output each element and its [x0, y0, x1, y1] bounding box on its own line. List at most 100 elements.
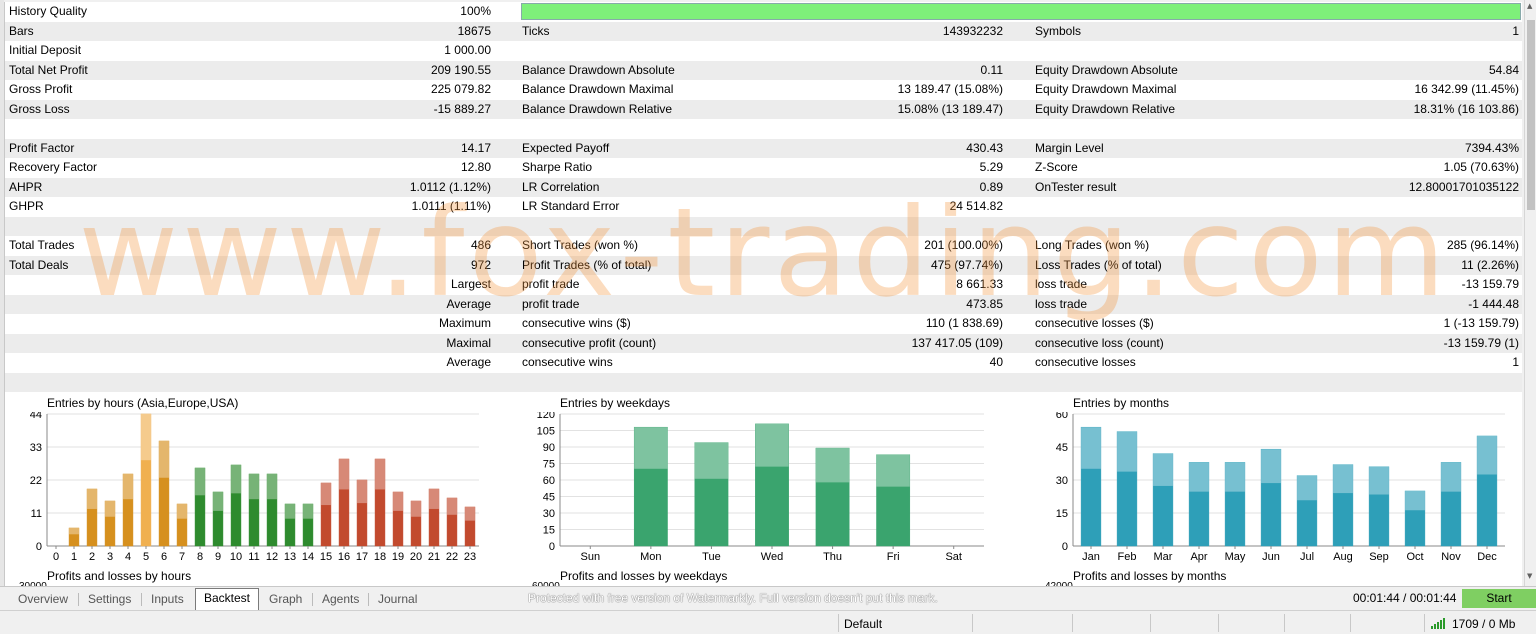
stat-value	[805, 119, 1003, 139]
x-tick-label: Jun	[1262, 551, 1280, 563]
stat-label: Sharpe Ratio	[522, 160, 593, 174]
stats-row: AHPR 1.0112 (1.12%) LR Correlation 0.89 OnTe…	[5, 177, 1522, 197]
stat-label: consecutive profit (count)	[522, 335, 657, 350]
bar-highlight	[339, 459, 349, 490]
history-quality-value: 100%	[460, 4, 491, 18]
stat-label	[9, 373, 169, 393]
status-separator	[1150, 614, 1151, 632]
y-tick-label: 44	[30, 412, 42, 421]
tab-agents[interactable]: Agents	[314, 590, 367, 610]
tab-inputs[interactable]: Inputs	[143, 590, 192, 610]
vertical-scrollbar[interactable]: ▲ ▼	[1524, 0, 1536, 586]
stat-value: 1 000.00	[444, 43, 491, 57]
stat-label	[9, 119, 169, 139]
bar-highlight	[447, 498, 457, 515]
y-tick-label: 15	[543, 525, 555, 537]
x-tick-label: 9	[215, 551, 221, 563]
x-tick-label: 23	[464, 551, 476, 563]
stat-value: 12.80	[460, 160, 491, 174]
y-tick-label: 45	[543, 492, 555, 504]
stat-value: -13 159.79	[1461, 277, 1519, 291]
stat-value: Average	[446, 355, 491, 369]
stat-label: AHPR	[9, 179, 43, 194]
bar-highlight	[393, 492, 403, 511]
stat-value: Largest	[450, 277, 491, 291]
stat-value	[165, 373, 491, 393]
scroll-up-icon[interactable]: ▲	[1527, 2, 1532, 10]
stat-label: Balance Drawdown Maximal	[522, 82, 674, 96]
stat-label: Profit Trades (% of total)	[522, 257, 652, 272]
bar-highlight	[1405, 491, 1425, 511]
stat-value	[805, 41, 1003, 61]
status-profile: Default	[844, 617, 883, 631]
bar-highlight	[1477, 436, 1497, 475]
x-tick-label: 16	[338, 551, 350, 563]
chart-title: Entries by hours (Asia,Europe,USA)	[47, 396, 239, 410]
tab-separator	[312, 593, 313, 606]
stat-value: 1	[1512, 23, 1519, 38]
y-tick-label: 90	[543, 442, 555, 454]
x-tick-label: Wed	[761, 551, 783, 563]
x-tick-label: May	[1225, 551, 1246, 563]
stat-label: Balance Drawdown Relative	[522, 101, 673, 116]
stat-label: consecutive wins ($)	[522, 316, 631, 330]
status-separator	[1424, 614, 1425, 632]
x-tick-label: Dec	[1477, 551, 1497, 563]
stat-value	[165, 119, 491, 139]
stats-row: Profit Factor 14.17 Expected Payoff 430.43 M…	[5, 138, 1522, 158]
stat-value: 8 661.33	[956, 277, 1003, 291]
y-tick-label: 33	[30, 442, 42, 454]
x-tick-label: 21	[428, 551, 440, 563]
x-tick-label: Thu	[823, 551, 842, 563]
stat-value: 0.11	[980, 62, 1003, 77]
stat-value: 5.29	[979, 160, 1003, 174]
stat-label: Total Deals	[9, 257, 69, 272]
bar-highlight	[213, 492, 223, 511]
x-tick-label: Jan	[1082, 551, 1100, 563]
start-button[interactable]: Start	[1462, 589, 1536, 608]
y-tick-label: 11	[31, 508, 42, 520]
status-separator	[972, 614, 973, 632]
bar-highlight	[1441, 462, 1461, 492]
stats-row: Total Deals 972 Profit Trades (% of total)…	[5, 255, 1522, 275]
x-tick-label: 11	[248, 551, 259, 563]
stat-value: 1.05 (70.63%)	[1443, 160, 1519, 174]
stat-value: 486	[470, 238, 491, 252]
stat-value: 0.89	[979, 179, 1003, 194]
stat-value: 54.84	[1488, 62, 1519, 77]
bar-highlight	[1369, 466, 1389, 495]
bar-highlight	[375, 459, 385, 490]
tab-settings[interactable]: Settings	[80, 590, 139, 610]
y-tick-label: 120	[537, 412, 555, 421]
bar-highlight	[87, 489, 97, 509]
bar-highlight	[634, 427, 668, 469]
stat-value: 1	[1512, 355, 1519, 369]
stat-value: 137 417.05 (109)	[911, 335, 1003, 350]
x-tick-label: Tue	[702, 551, 721, 563]
stat-label	[522, 217, 822, 237]
scroll-down-icon[interactable]: ▼	[1527, 572, 1532, 580]
tab-journal[interactable]: Journal	[370, 590, 425, 610]
history-quality-fill	[522, 4, 1520, 19]
chart-title: Entries by weekdays	[560, 396, 671, 410]
x-tick-label: 0	[53, 551, 59, 563]
stat-value	[1265, 197, 1519, 217]
x-tick-label: Fri	[887, 551, 900, 563]
y-tick-label: 0	[1062, 541, 1068, 553]
stat-value: 1 (-13 159.79)	[1443, 316, 1519, 330]
bar-highlight	[177, 504, 187, 519]
x-tick-label: 18	[374, 551, 386, 563]
stats-row: GHPR 1.0111 (1.11%) LR Standard Error 24 51…	[5, 197, 1522, 217]
stat-label	[522, 373, 822, 393]
bar-highlight	[195, 468, 205, 496]
scrollbar-thumb[interactable]	[1527, 20, 1535, 210]
stat-label: Balance Drawdown Absolute	[522, 62, 675, 77]
stat-value: Maximum	[438, 316, 491, 330]
tab-separator	[78, 593, 79, 606]
tab-overview[interactable]: Overview	[10, 590, 76, 610]
tab-graph[interactable]: Graph	[261, 590, 310, 610]
tab-backtest[interactable]: Backtest	[195, 588, 260, 610]
x-tick-label: 4	[125, 551, 131, 563]
stat-value: 12.80001701035122	[1408, 179, 1519, 194]
stat-value: -1 444.48	[1468, 296, 1519, 311]
